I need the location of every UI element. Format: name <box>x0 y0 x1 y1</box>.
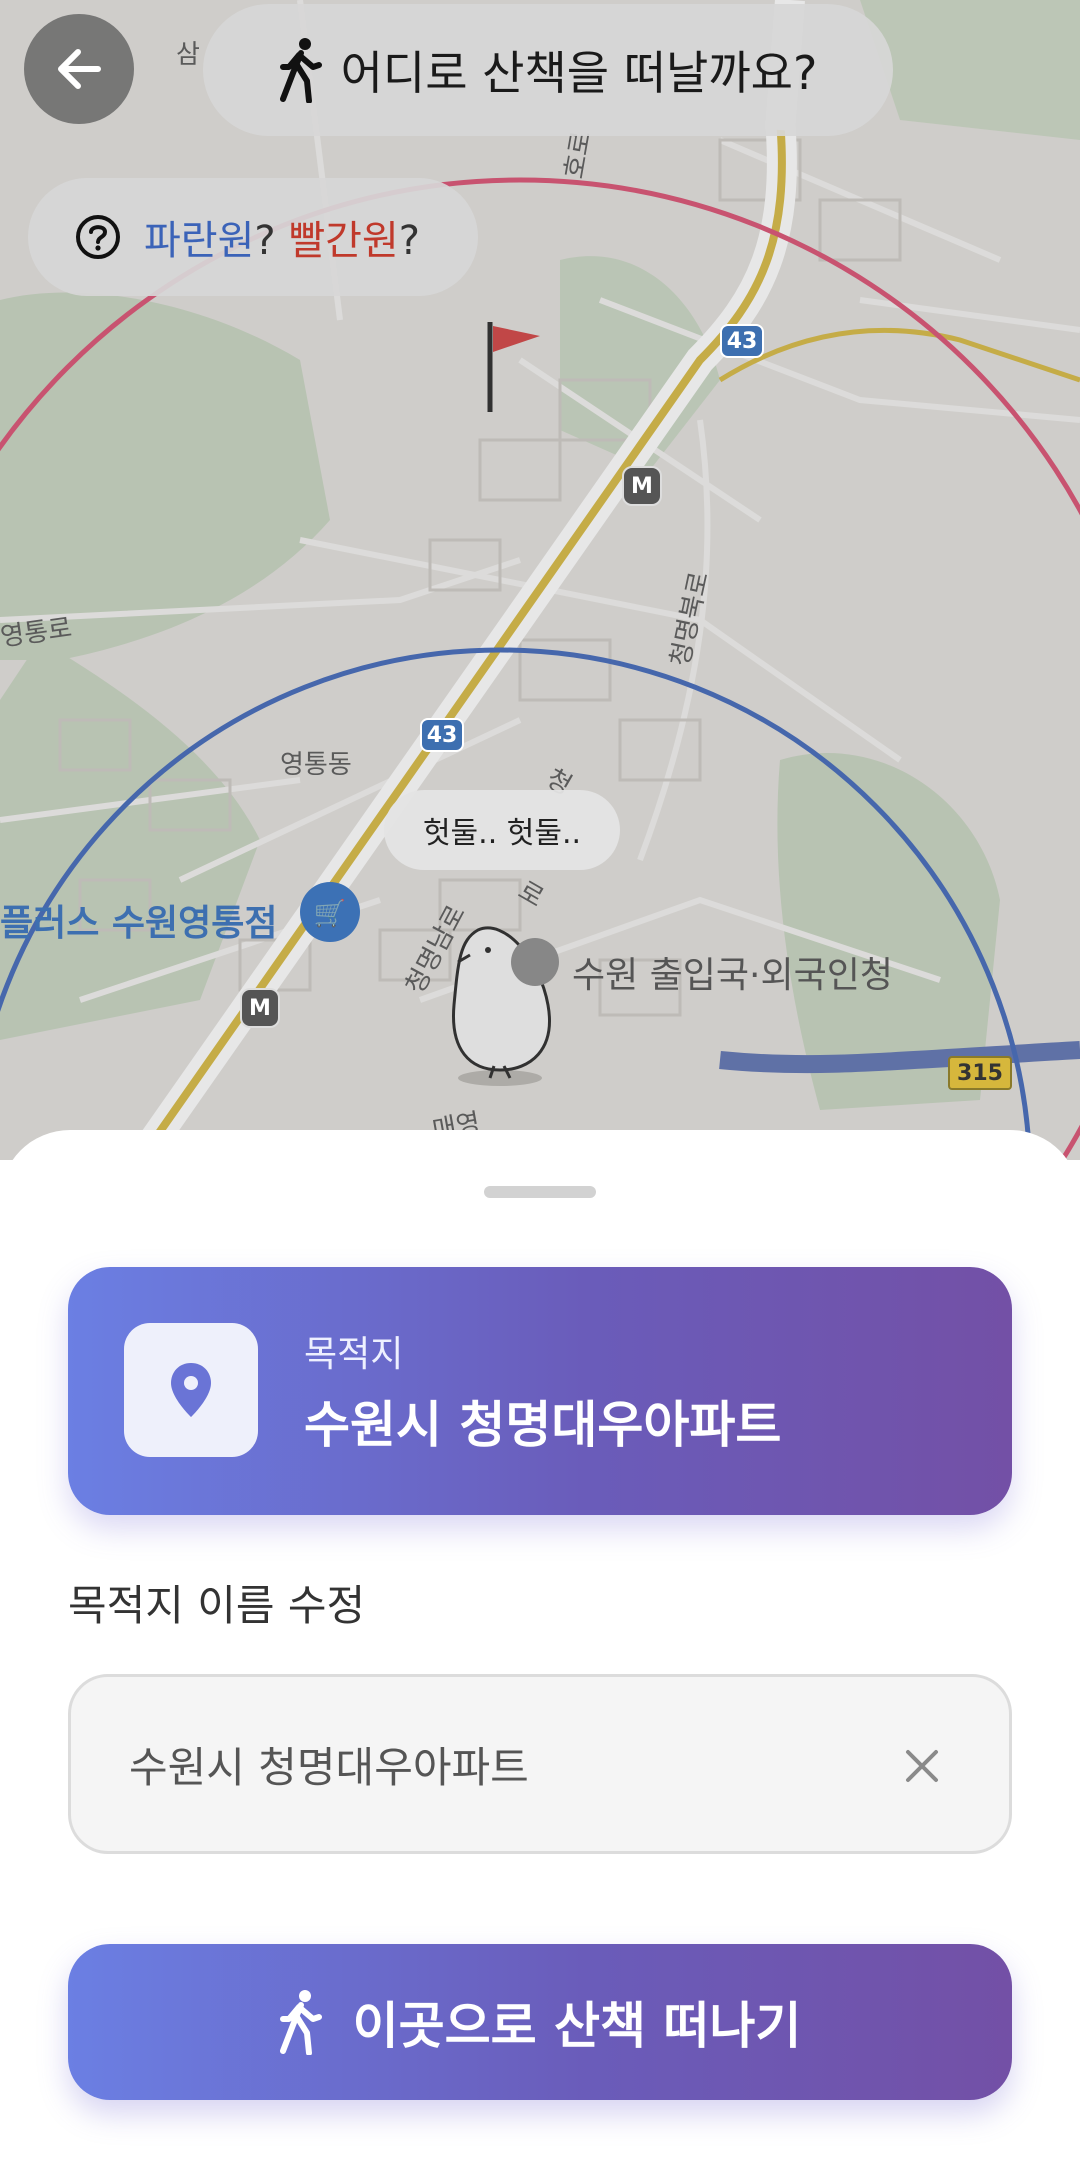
close-icon <box>906 1750 938 1782</box>
question-circle-icon <box>76 215 120 259</box>
walking-person-icon <box>279 38 322 103</box>
start-walk-label: 이곳으로 산책 떠나기 <box>352 1997 802 2055</box>
immigration-office-label[interactable]: 수원 출입국·외국인청 <box>572 946 893 998</box>
destination-name-field[interactable] <box>68 1674 1012 1854</box>
location-pin-icon <box>171 1363 211 1417</box>
start-walk-button[interactable]: 이곳으로 산책 떠나기 <box>68 1944 1012 2100</box>
sheet-drag-handle[interactable] <box>484 1186 596 1198</box>
metro-station-icon[interactable]: M <box>622 466 662 506</box>
destination-card: 목적지 수원시 청명대우아파트 <box>68 1267 1012 1515</box>
back-button[interactable] <box>24 14 134 124</box>
title-pill: 어디로 산책을 떠날까요? <box>203 4 893 136</box>
clear-input-button[interactable] <box>897 1741 947 1791</box>
destination-caption: 목적지 <box>304 1334 404 1375</box>
map-view[interactable]: 🛒 삼 호로 영통로 청명북로 영통동 청명남로 청 로 매영 플러스 수원영통… <box>0 0 1080 1160</box>
map-label: 삼 <box>176 40 200 70</box>
edit-name-label: 목적지 이름 수정 <box>68 1581 366 1630</box>
walking-person-icon <box>279 1990 322 2055</box>
store-label[interactable]: 플러스 수원영통점 <box>0 894 278 946</box>
blue-circle-label: 파란원 <box>144 218 255 264</box>
character-speech-bubble: 헛둘.. 헛둘.. <box>384 790 620 870</box>
metro-station-icon[interactable]: M <box>240 988 280 1028</box>
question-mark: ? <box>254 218 276 264</box>
question-mark: ? <box>398 218 420 264</box>
destination-name-input[interactable] <box>129 1677 889 1851</box>
destination-name: 수원시 청명대우아파트 <box>304 1396 782 1454</box>
map-label: 영통동 <box>280 750 352 780</box>
route-43-badge: 43 <box>420 718 464 752</box>
route-43-badge: 43 <box>720 324 764 358</box>
page-title: 어디로 산책을 떠날까요? <box>340 46 818 100</box>
map-dim-overlay <box>0 0 1080 1160</box>
bottom-sheet: 목적지 수원시 청명대우아파트 목적지 이름 수정 이곳으로 산책 떠나기 <box>0 1130 1080 2160</box>
route-315-badge: 315 <box>948 1056 1012 1090</box>
circle-legend-help-button[interactable]: 파란원? 빨간원? <box>28 178 478 296</box>
red-circle-label: 빨간원 <box>288 218 399 264</box>
arrow-left-icon <box>58 49 101 89</box>
destination-icon-box <box>124 1323 258 1457</box>
